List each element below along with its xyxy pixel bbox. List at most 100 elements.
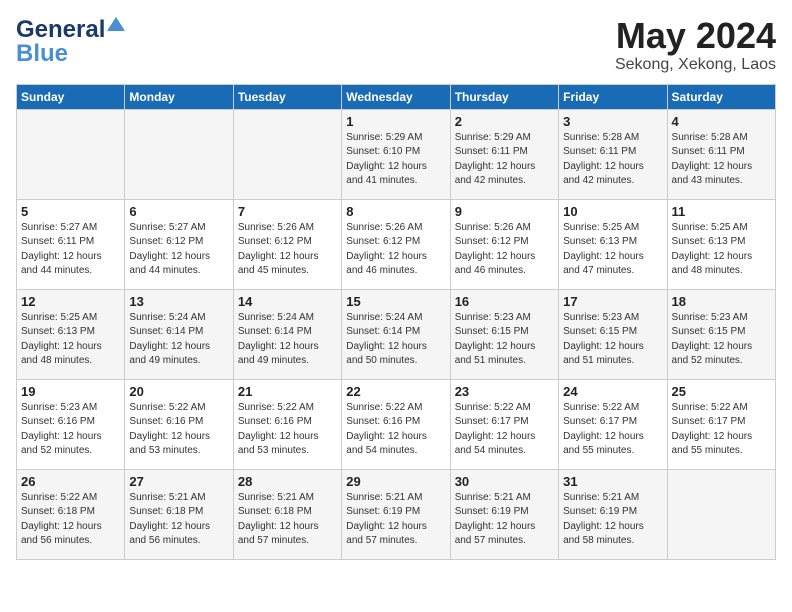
calendar-week-1: 5 Sunrise: 5:27 AM Sunset: 6:11 PM Daylig… xyxy=(17,199,776,289)
calendar-cell: 11 Sunrise: 5:25 AM Sunset: 6:13 PM Dayli… xyxy=(667,199,775,289)
day-number: 17 xyxy=(563,294,662,309)
day-number: 29 xyxy=(346,474,445,489)
day-info: Sunrise: 5:23 AM Sunset: 6:15 PM Dayligh… xyxy=(455,311,554,369)
calendar-cell: 2 Sunrise: 5:29 AM Sunset: 6:11 PM Daylig… xyxy=(450,109,558,199)
day-number: 8 xyxy=(346,204,445,219)
day-info: Sunrise: 5:23 AM Sunset: 6:16 PM Dayligh… xyxy=(21,401,120,459)
calendar-cell: 6 Sunrise: 5:27 AM Sunset: 6:12 PM Daylig… xyxy=(125,199,233,289)
day-header-monday: Monday xyxy=(125,84,233,109)
day-info: Sunrise: 5:22 AM Sunset: 6:16 PM Dayligh… xyxy=(129,401,228,459)
calendar-cell: 12 Sunrise: 5:25 AM Sunset: 6:13 PM Dayli… xyxy=(17,289,125,379)
calendar-cell: 15 Sunrise: 5:24 AM Sunset: 6:14 PM Dayli… xyxy=(342,289,450,379)
day-header-wednesday: Wednesday xyxy=(342,84,450,109)
calendar-cell: 16Sunrise: 5:23 AM Sunset: 6:15 PM Dayli… xyxy=(450,289,558,379)
day-number: 28 xyxy=(238,474,337,489)
day-info: Sunrise: 5:23 AM Sunset: 6:15 PM Dayligh… xyxy=(672,311,771,369)
title-block: May 2024 Sekong, Xekong, Laos xyxy=(615,16,776,74)
calendar-cell xyxy=(233,109,341,199)
day-header-thursday: Thursday xyxy=(450,84,558,109)
day-info: Sunrise: 5:25 AM Sunset: 6:13 PM Dayligh… xyxy=(672,221,771,279)
day-header-saturday: Saturday xyxy=(667,84,775,109)
calendar-cell: 27 Sunrise: 5:21 AM Sunset: 6:18 PM Dayli… xyxy=(125,469,233,559)
day-info: Sunrise: 5:24 AM Sunset: 6:14 PM Dayligh… xyxy=(129,311,228,369)
day-info: Sunrise: 5:26 AM Sunset: 6:12 PM Dayligh… xyxy=(346,221,445,279)
month-title: May 2024 xyxy=(615,16,776,56)
day-number: 30 xyxy=(455,474,554,489)
calendar-cell: 10Sunrise: 5:25 AM Sunset: 6:13 PM Dayli… xyxy=(559,199,667,289)
day-number: 11 xyxy=(672,204,771,219)
day-info: Sunrise: 5:27 AM Sunset: 6:11 PM Dayligh… xyxy=(21,221,120,279)
page: General Blue May 2024 Sekong, Xekong, La… xyxy=(0,0,792,612)
day-info: Sunrise: 5:22 AM Sunset: 6:18 PM Dayligh… xyxy=(21,491,120,549)
day-info: Sunrise: 5:27 AM Sunset: 6:12 PM Dayligh… xyxy=(129,221,228,279)
calendar-cell: 23Sunrise: 5:22 AM Sunset: 6:17 PM Dayli… xyxy=(450,379,558,469)
calendar-cell: 13Sunrise: 5:24 AM Sunset: 6:14 PM Dayli… xyxy=(125,289,233,379)
calendar-cell: 28 Sunrise: 5:21 AM Sunset: 6:18 PM Dayli… xyxy=(233,469,341,559)
calendar-cell: 5 Sunrise: 5:27 AM Sunset: 6:11 PM Daylig… xyxy=(17,199,125,289)
day-number: 23 xyxy=(455,384,554,399)
day-number: 27 xyxy=(129,474,228,489)
day-number: 26 xyxy=(21,474,120,489)
logo: General Blue xyxy=(16,16,125,68)
calendar-cell: 4 Sunrise: 5:28 AM Sunset: 6:11 PM Daylig… xyxy=(667,109,775,199)
day-number: 1 xyxy=(346,114,445,129)
day-info: Sunrise: 5:25 AM Sunset: 6:13 PM Dayligh… xyxy=(21,311,120,369)
day-info: Sunrise: 5:22 AM Sunset: 6:16 PM Dayligh… xyxy=(238,401,337,459)
day-info: Sunrise: 5:21 AM Sunset: 6:19 PM Dayligh… xyxy=(455,491,554,549)
day-number: 14 xyxy=(238,294,337,309)
day-number: 7 xyxy=(238,204,337,219)
calendar-week-4: 26 Sunrise: 5:22 AM Sunset: 6:18 PM Dayli… xyxy=(17,469,776,559)
calendar-cell: 14 Sunrise: 5:24 AM Sunset: 6:14 PM Dayli… xyxy=(233,289,341,379)
day-number: 25 xyxy=(672,384,771,399)
day-info: Sunrise: 5:24 AM Sunset: 6:14 PM Dayligh… xyxy=(238,311,337,369)
day-info: Sunrise: 5:21 AM Sunset: 6:19 PM Dayligh… xyxy=(346,491,445,549)
day-number: 19 xyxy=(21,384,120,399)
day-info: Sunrise: 5:28 AM Sunset: 6:11 PM Dayligh… xyxy=(563,131,662,189)
day-info: Sunrise: 5:21 AM Sunset: 6:18 PM Dayligh… xyxy=(238,491,337,549)
calendar-cell: 21 Sunrise: 5:22 AM Sunset: 6:16 PM Dayli… xyxy=(233,379,341,469)
day-number: 2 xyxy=(455,114,554,129)
day-number: 5 xyxy=(21,204,120,219)
day-info: Sunrise: 5:21 AM Sunset: 6:18 PM Dayligh… xyxy=(129,491,228,549)
calendar-table: SundayMondayTuesdayWednesdayThursdayFrid… xyxy=(16,84,776,560)
calendar-cell: 1 Sunrise: 5:29 AM Sunset: 6:10 PM Daylig… xyxy=(342,109,450,199)
day-number: 3 xyxy=(563,114,662,129)
calendar-cell: 22 Sunrise: 5:22 AM Sunset: 6:16 PM Dayli… xyxy=(342,379,450,469)
calendar-week-0: 1 Sunrise: 5:29 AM Sunset: 6:10 PM Daylig… xyxy=(17,109,776,199)
header: General Blue May 2024 Sekong, Xekong, La… xyxy=(16,16,776,74)
day-number: 4 xyxy=(672,114,771,129)
day-info: Sunrise: 5:23 AM Sunset: 6:15 PM Dayligh… xyxy=(563,311,662,369)
day-info: Sunrise: 5:26 AM Sunset: 6:12 PM Dayligh… xyxy=(455,221,554,279)
day-info: Sunrise: 5:29 AM Sunset: 6:11 PM Dayligh… xyxy=(455,131,554,189)
day-info: Sunrise: 5:24 AM Sunset: 6:14 PM Dayligh… xyxy=(346,311,445,369)
day-header-friday: Friday xyxy=(559,84,667,109)
day-number: 15 xyxy=(346,294,445,309)
calendar-cell: 26 Sunrise: 5:22 AM Sunset: 6:18 PM Dayli… xyxy=(17,469,125,559)
calendar-cell: 29 Sunrise: 5:21 AM Sunset: 6:19 PM Dayli… xyxy=(342,469,450,559)
day-number: 31 xyxy=(563,474,662,489)
day-number: 9 xyxy=(455,204,554,219)
calendar-cell: 25 Sunrise: 5:22 AM Sunset: 6:17 PM Dayli… xyxy=(667,379,775,469)
day-number: 6 xyxy=(129,204,228,219)
calendar-cell: 17 Sunrise: 5:23 AM Sunset: 6:15 PM Dayli… xyxy=(559,289,667,379)
calendar-cell: 7 Sunrise: 5:26 AM Sunset: 6:12 PM Daylig… xyxy=(233,199,341,289)
calendar-week-2: 12 Sunrise: 5:25 AM Sunset: 6:13 PM Dayli… xyxy=(17,289,776,379)
day-number: 22 xyxy=(346,384,445,399)
calendar-cell: 31Sunrise: 5:21 AM Sunset: 6:19 PM Dayli… xyxy=(559,469,667,559)
day-number: 20 xyxy=(129,384,228,399)
day-info: Sunrise: 5:22 AM Sunset: 6:16 PM Dayligh… xyxy=(346,401,445,459)
day-info: Sunrise: 5:22 AM Sunset: 6:17 PM Dayligh… xyxy=(672,401,771,459)
day-number: 12 xyxy=(21,294,120,309)
day-number: 18 xyxy=(672,294,771,309)
logo-blue: Blue xyxy=(16,40,68,68)
calendar-cell: 20 Sunrise: 5:22 AM Sunset: 6:16 PM Dayli… xyxy=(125,379,233,469)
day-info: Sunrise: 5:26 AM Sunset: 6:12 PM Dayligh… xyxy=(238,221,337,279)
day-info: Sunrise: 5:29 AM Sunset: 6:10 PM Dayligh… xyxy=(346,131,445,189)
calendar-header-row: SundayMondayTuesdayWednesdayThursdayFrid… xyxy=(17,84,776,109)
calendar-cell xyxy=(125,109,233,199)
day-header-tuesday: Tuesday xyxy=(233,84,341,109)
day-number: 21 xyxy=(238,384,337,399)
day-info: Sunrise: 5:28 AM Sunset: 6:11 PM Dayligh… xyxy=(672,131,771,189)
calendar-cell: 9 Sunrise: 5:26 AM Sunset: 6:12 PM Daylig… xyxy=(450,199,558,289)
calendar-cell: 8 Sunrise: 5:26 AM Sunset: 6:12 PM Daylig… xyxy=(342,199,450,289)
